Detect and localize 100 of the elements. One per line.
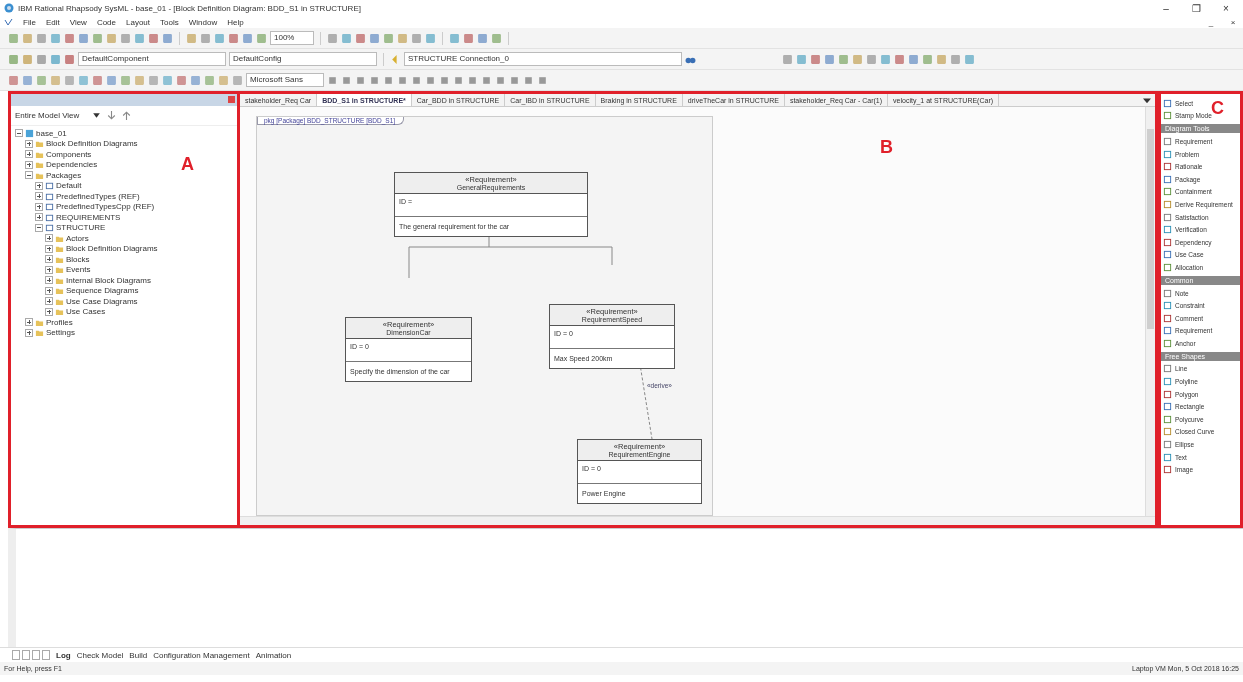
output-tab[interactable]: Build xyxy=(129,650,148,660)
tree-item[interactable]: Events xyxy=(66,265,91,275)
expand-toggle[interactable] xyxy=(35,192,43,201)
tool-icon[interactable] xyxy=(36,74,47,86)
tool-icon[interactable] xyxy=(162,32,173,44)
tree-item[interactable]: Default xyxy=(56,181,82,191)
format-icon[interactable] xyxy=(523,74,534,86)
tool-icon[interactable] xyxy=(78,32,89,44)
tree-item[interactable]: Internal Block Diagrams xyxy=(66,275,151,285)
search-field[interactable]: STRUCTURE Connection_0 xyxy=(404,52,682,66)
tool-icon[interactable] xyxy=(838,53,849,65)
expand-toggle[interactable] xyxy=(45,234,53,243)
vertical-scrollbar[interactable] xyxy=(1145,106,1155,516)
format-icon[interactable] xyxy=(355,74,366,86)
tree-item[interactable]: REQUIREMENTS xyxy=(56,212,121,222)
tree-item[interactable]: Profiles xyxy=(46,317,73,327)
font-dropdown[interactable]: Microsoft Sans xyxy=(246,73,324,87)
tool-icon[interactable] xyxy=(256,32,267,44)
tool-icon[interactable] xyxy=(186,32,197,44)
tool-icon[interactable] xyxy=(120,32,131,44)
window-control[interactable]: _ xyxy=(1205,17,1217,27)
zoom-field[interactable]: 100% xyxy=(270,31,314,45)
expand-toggle[interactable] xyxy=(45,297,53,306)
tool-icon[interactable] xyxy=(491,32,502,44)
tool-icon[interactable] xyxy=(106,32,117,44)
tree-item[interactable]: Block Definition Diagrams xyxy=(46,139,138,149)
tree-item[interactable]: Use Cases xyxy=(66,307,106,317)
config-dropdown[interactable]: DefaultConfig xyxy=(229,52,377,66)
tool-icon[interactable] xyxy=(880,53,891,65)
tool-icon[interactable] xyxy=(327,32,338,44)
tool-icon[interactable] xyxy=(204,74,215,86)
tool-icon[interactable] xyxy=(922,53,933,65)
format-icon[interactable] xyxy=(453,74,464,86)
expand-toggle[interactable] xyxy=(45,286,53,295)
tool-icon[interactable] xyxy=(341,32,352,44)
tool-icon[interactable] xyxy=(162,74,173,86)
format-icon[interactable] xyxy=(509,74,520,86)
window-control[interactable]: × xyxy=(1227,17,1239,27)
tool-icon[interactable] xyxy=(36,53,47,65)
tool-icon[interactable] xyxy=(824,53,835,65)
tool-icon[interactable] xyxy=(200,32,211,44)
output-tab[interactable]: Log xyxy=(56,650,71,660)
tool-icon[interactable] xyxy=(22,74,33,86)
menu-item[interactable]: Tools xyxy=(160,17,179,27)
tool-icon[interactable] xyxy=(950,53,961,65)
tool-icon[interactable] xyxy=(22,53,33,65)
tool-icon[interactable] xyxy=(449,32,460,44)
tool-icon[interactable] xyxy=(908,53,919,65)
tool-icon[interactable] xyxy=(232,74,243,86)
tree-item[interactable]: Packages xyxy=(46,170,82,180)
tool-icon[interactable] xyxy=(218,74,229,86)
expand-toggle[interactable] xyxy=(35,202,43,211)
expand-toggle[interactable] xyxy=(25,150,33,159)
up-arrow-icon[interactable] xyxy=(121,110,132,121)
tool-icon[interactable] xyxy=(964,53,975,65)
component-dropdown[interactable]: DefaultComponent xyxy=(78,52,226,66)
format-icon[interactable] xyxy=(425,74,436,86)
tool-icon[interactable] xyxy=(8,32,19,44)
tool-icon[interactable] xyxy=(120,74,131,86)
tree-item[interactable]: base_01 xyxy=(36,128,67,138)
expand-toggle[interactable] xyxy=(25,171,33,180)
tool-icon[interactable] xyxy=(36,32,47,44)
tool-icon[interactable] xyxy=(148,32,159,44)
expand-toggle[interactable] xyxy=(45,244,53,253)
tool-icon[interactable] xyxy=(134,32,145,44)
tool-icon[interactable] xyxy=(22,32,33,44)
tool-icon[interactable] xyxy=(369,32,380,44)
window-control[interactable]: × xyxy=(1213,2,1239,14)
expand-toggle[interactable] xyxy=(25,139,33,148)
horizontal-scrollbar[interactable] xyxy=(240,515,1155,525)
expand-toggle[interactable] xyxy=(35,213,43,222)
tool-icon[interactable] xyxy=(8,74,19,86)
expand-toggle[interactable] xyxy=(25,318,33,327)
tree-item[interactable]: Actors xyxy=(66,233,89,243)
output-tab[interactable]: Check Model xyxy=(76,650,124,660)
tool-icon[interactable] xyxy=(190,74,201,86)
tool-icon[interactable] xyxy=(936,53,947,65)
format-icon[interactable] xyxy=(495,74,506,86)
tool-icon[interactable] xyxy=(64,53,75,65)
format-icon[interactable] xyxy=(439,74,450,86)
format-icon[interactable] xyxy=(537,74,548,86)
tree-item[interactable]: PredefinedTypesCpp (REF) xyxy=(56,202,155,212)
output-tab[interactable]: Configuration Management xyxy=(153,650,250,660)
tool-icon[interactable] xyxy=(50,53,61,65)
tool-icon[interactable] xyxy=(894,53,905,65)
tree-item[interactable]: Settings xyxy=(46,328,75,338)
output-tab[interactable]: Animation xyxy=(255,650,292,660)
format-icon[interactable] xyxy=(383,74,394,86)
expand-toggle[interactable] xyxy=(25,328,33,337)
expand-toggle[interactable] xyxy=(45,265,53,274)
menu-item[interactable]: Layout xyxy=(126,17,151,27)
tree-item[interactable]: Sequence Diagrams xyxy=(66,286,139,296)
tool-icon[interactable] xyxy=(64,32,75,44)
tool-icon[interactable] xyxy=(148,74,159,86)
view-dropdown[interactable]: Entire Model View xyxy=(15,111,87,120)
tab-list-icon[interactable] xyxy=(1143,96,1151,104)
tool-icon[interactable] xyxy=(50,32,61,44)
tree-item[interactable]: PredefinedTypes (REF) xyxy=(56,191,140,201)
tool-icon[interactable] xyxy=(134,74,145,86)
down-arrow-icon[interactable] xyxy=(106,110,117,121)
